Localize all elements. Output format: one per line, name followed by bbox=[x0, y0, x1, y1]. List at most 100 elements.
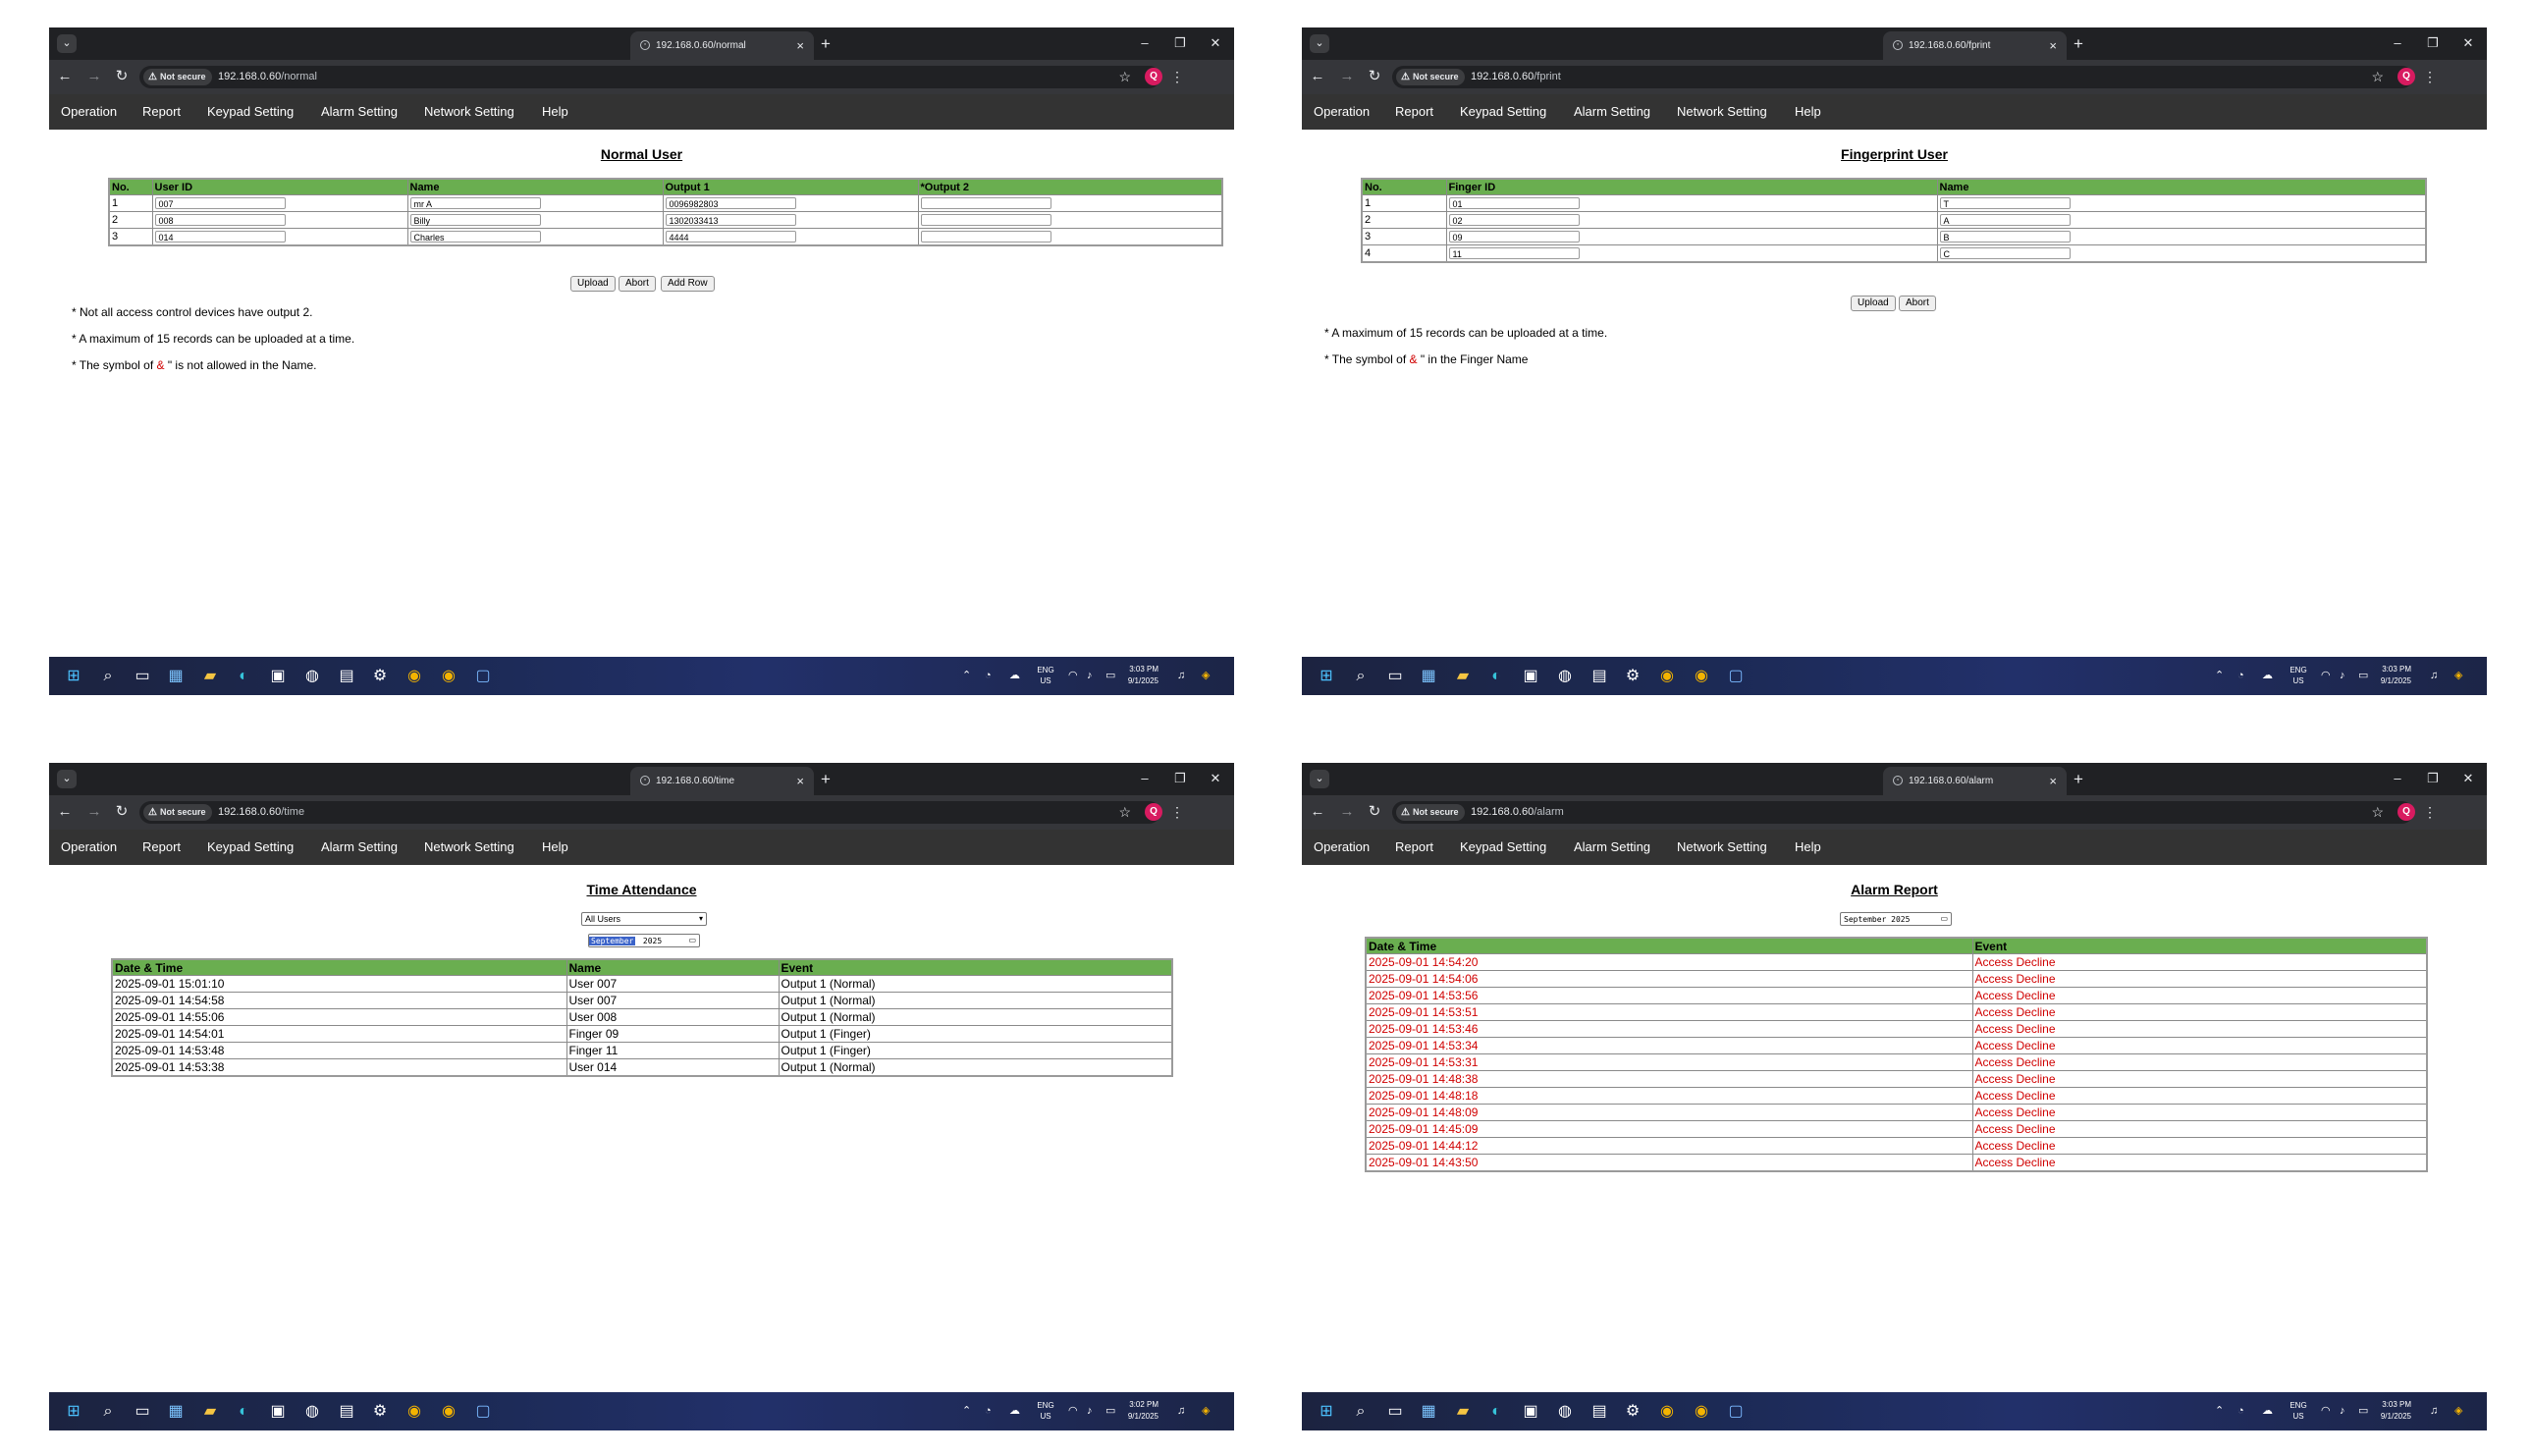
name-input[interactable]: mr A bbox=[409, 197, 541, 210]
close-tab-icon[interactable]: × bbox=[796, 31, 804, 60]
menu-alarm-setting[interactable]: Alarm Setting bbox=[321, 830, 398, 865]
battery-icon[interactable]: ▭ bbox=[1105, 657, 1115, 695]
menu-keypad-setting[interactable]: Keypad Setting bbox=[1460, 830, 1546, 865]
user-id-input[interactable]: 008 bbox=[154, 214, 286, 227]
url-text[interactable]: 192.168.0.60/fprint bbox=[1471, 66, 1561, 88]
bookmark-star-icon[interactable]: ☆ bbox=[1118, 801, 1131, 824]
file-explorer-icon[interactable]: ▰ bbox=[1452, 1401, 1474, 1423]
task-view-icon[interactable]: ▭ bbox=[132, 1401, 153, 1423]
tab-search-icon[interactable]: ⌄ bbox=[57, 34, 77, 53]
edge-browser-icon[interactable]: ◐ bbox=[233, 666, 254, 687]
edge-browser-icon[interactable]: ◐ bbox=[233, 1401, 254, 1423]
copilot-icon[interactable]: ◈ bbox=[1202, 1392, 1210, 1430]
forward-icon[interactable]: → bbox=[84, 802, 104, 822]
menu-network-setting[interactable]: Network Setting bbox=[1677, 830, 1767, 865]
task-view-icon[interactable]: ▭ bbox=[1384, 666, 1406, 687]
browser-tab[interactable]: ◦ 192.168.0.60/normal × bbox=[630, 31, 814, 60]
chevron-up-icon[interactable]: ⌃ bbox=[962, 657, 971, 695]
more-menu-icon[interactable]: ⋮ bbox=[2423, 66, 2437, 88]
back-icon[interactable]: ← bbox=[1308, 802, 1327, 822]
tray-app-icon[interactable]: ☁ bbox=[2262, 1392, 2273, 1430]
chevron-up-icon[interactable]: ⌃ bbox=[2215, 657, 2224, 695]
menu-network-setting[interactable]: Network Setting bbox=[424, 94, 514, 130]
language-indicator[interactable]: ENG US bbox=[2288, 1400, 2309, 1422]
tab-search-icon[interactable]: ⌄ bbox=[1310, 34, 1329, 53]
output2-input[interactable] bbox=[920, 197, 1051, 210]
name-input[interactable]: Charles bbox=[409, 231, 541, 243]
new-tab-icon[interactable]: + bbox=[817, 31, 835, 57]
volume-icon[interactable]: ♪ bbox=[1087, 657, 1093, 695]
add-row-button[interactable]: Add Row bbox=[661, 276, 715, 292]
app-icon[interactable]: ▢ bbox=[1725, 1401, 1747, 1423]
wifi-icon[interactable]: ◠ bbox=[2321, 657, 2331, 695]
finger-id-input[interactable]: 09 bbox=[1448, 231, 1580, 243]
widgets-icon[interactable]: ▦ bbox=[1418, 666, 1439, 687]
clock[interactable]: 3:03 PM 9/1/2025 bbox=[2378, 664, 2411, 687]
wifi-icon[interactable]: ◠ bbox=[1068, 1392, 1078, 1430]
browser-tab[interactable]: ◦ 192.168.0.60/alarm × bbox=[1883, 767, 2067, 795]
task-view-icon[interactable]: ▭ bbox=[132, 666, 153, 687]
chrome-icon[interactable]: ◉ bbox=[438, 1401, 459, 1423]
tab-search-icon[interactable]: ⌄ bbox=[1310, 770, 1329, 788]
minimize-icon[interactable]: – bbox=[2386, 33, 2409, 53]
profile-avatar[interactable]: Q bbox=[1145, 803, 1162, 821]
new-tab-icon[interactable]: + bbox=[2070, 31, 2087, 57]
clock[interactable]: 3:03 PM 9/1/2025 bbox=[1125, 664, 1158, 687]
new-tab-icon[interactable]: + bbox=[2070, 767, 2087, 792]
menu-keypad-setting[interactable]: Keypad Setting bbox=[207, 830, 294, 865]
close-window-icon[interactable]: ✕ bbox=[1204, 769, 1227, 788]
menu-keypad-setting[interactable]: Keypad Setting bbox=[207, 94, 294, 130]
restore-icon[interactable]: ❐ bbox=[2421, 33, 2445, 53]
user-id-input[interactable]: 014 bbox=[154, 231, 286, 243]
bookmark-star-icon[interactable]: ☆ bbox=[2371, 66, 2384, 88]
chrome-icon[interactable]: ◉ bbox=[404, 666, 425, 687]
not-secure-badge[interactable]: ⚠ Not secure bbox=[143, 804, 212, 821]
browser-tab[interactable]: ◦ 192.168.0.60/time × bbox=[630, 767, 814, 795]
menu-operation[interactable]: Operation bbox=[61, 830, 117, 865]
name-input[interactable]: T bbox=[1939, 197, 2071, 210]
profile-avatar[interactable]: Q bbox=[2397, 803, 2415, 821]
tray-app-icon[interactable]: ☁ bbox=[1009, 1392, 1020, 1430]
name-input[interactable]: B bbox=[1939, 231, 2071, 243]
chrome-icon[interactable]: ◉ bbox=[438, 666, 459, 687]
app-icon[interactable]: ▤ bbox=[336, 1401, 357, 1423]
reload-icon[interactable]: ↻ bbox=[1365, 67, 1384, 86]
notification-bell-icon[interactable]: ♫ bbox=[2430, 657, 2438, 695]
settings-gear-icon[interactable]: ⚙ bbox=[1622, 1401, 1643, 1423]
profile-avatar[interactable]: Q bbox=[2397, 68, 2415, 85]
start-windows-icon[interactable]: ⊞ bbox=[1316, 1401, 1337, 1423]
settings-gear-icon[interactable]: ⚙ bbox=[369, 1401, 391, 1423]
tray-app-icon[interactable]: ☁ bbox=[2262, 657, 2273, 695]
chevron-up-icon[interactable]: ⌃ bbox=[2215, 1392, 2224, 1430]
file-explorer-icon[interactable]: ▰ bbox=[1452, 666, 1474, 687]
more-menu-icon[interactable]: ⋮ bbox=[1170, 66, 1184, 88]
wifi-icon[interactable]: ◠ bbox=[2321, 1392, 2331, 1430]
app-icon[interactable]: ▢ bbox=[472, 666, 494, 687]
app-icon[interactable]: ◍ bbox=[301, 666, 323, 687]
widgets-icon[interactable]: ▦ bbox=[1418, 1401, 1439, 1423]
file-explorer-icon[interactable]: ▰ bbox=[199, 666, 221, 687]
menu-alarm-setting[interactable]: Alarm Setting bbox=[1574, 830, 1650, 865]
not-secure-badge[interactable]: ⚠ Not secure bbox=[143, 69, 212, 85]
close-window-icon[interactable]: ✕ bbox=[2456, 33, 2480, 53]
user-id-input[interactable]: 007 bbox=[154, 197, 286, 210]
file-explorer-icon[interactable]: ▰ bbox=[199, 1401, 221, 1423]
store-icon[interactable]: ▣ bbox=[1520, 666, 1541, 687]
menu-operation[interactable]: Operation bbox=[61, 94, 117, 130]
settings-gear-icon[interactable]: ⚙ bbox=[1622, 666, 1643, 687]
app-icon[interactable]: ▤ bbox=[336, 666, 357, 687]
start-windows-icon[interactable]: ⊞ bbox=[63, 1401, 84, 1423]
back-icon[interactable]: ← bbox=[55, 67, 75, 86]
chrome-icon[interactable]: ◉ bbox=[404, 1401, 425, 1423]
url-text[interactable]: 192.168.0.60/time bbox=[218, 801, 304, 824]
minimize-icon[interactable]: – bbox=[2386, 769, 2409, 788]
not-secure-badge[interactable]: ⚠ Not secure bbox=[1396, 804, 1465, 821]
language-indicator[interactable]: ENG US bbox=[2288, 665, 2309, 686]
chrome-icon[interactable]: ◉ bbox=[1656, 666, 1678, 687]
search-icon[interactable]: ⌕ bbox=[97, 666, 119, 687]
language-indicator[interactable]: ENG US bbox=[1035, 1400, 1056, 1422]
settings-gear-icon[interactable]: ⚙ bbox=[369, 666, 391, 687]
close-window-icon[interactable]: ✕ bbox=[2456, 769, 2480, 788]
restore-icon[interactable]: ❐ bbox=[2421, 769, 2445, 788]
upload-button[interactable]: Upload bbox=[1851, 296, 1896, 311]
